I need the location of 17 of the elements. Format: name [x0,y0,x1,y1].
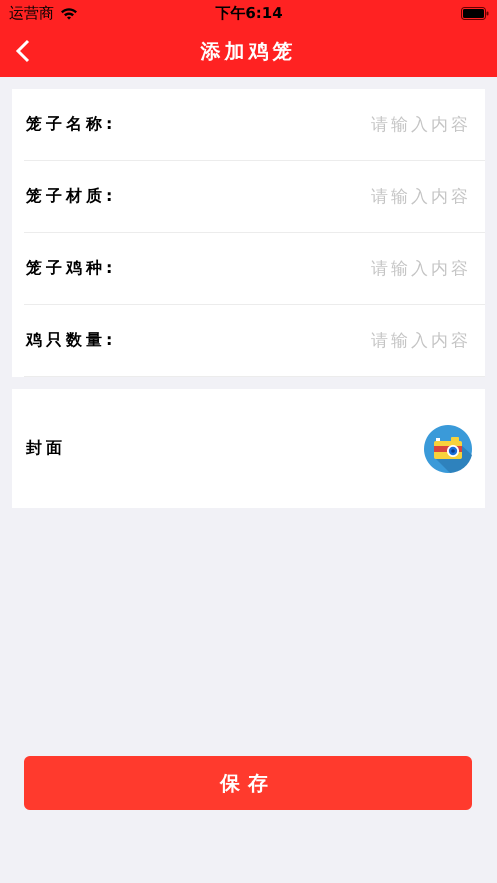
field-label: 笼子鸡种: [26,258,116,279]
field-label: 鸡只数量: [26,330,116,351]
camera-icon[interactable] [424,424,472,472]
field-label: 笼子材质: [26,186,116,207]
input-field[interactable]: 请输入内容 [116,258,471,278]
save-button[interactable]: 保存 [24,756,472,810]
battery-icon [461,6,489,20]
carrier-name: 运营商 [9,4,54,22]
page-title: 添加鸡笼 [200,38,296,65]
wifi-icon [60,6,78,20]
cover-label: 封面 [26,438,66,459]
field-label: 笼子名称: [26,114,116,135]
status-time: 下午6:14 [215,4,283,22]
input-field[interactable]: 请输入内容 [116,114,471,134]
back-icon[interactable] [16,39,30,63]
input-field[interactable]: 请输入内容 [116,330,471,350]
input-field[interactable]: 请输入内容 [116,186,471,206]
